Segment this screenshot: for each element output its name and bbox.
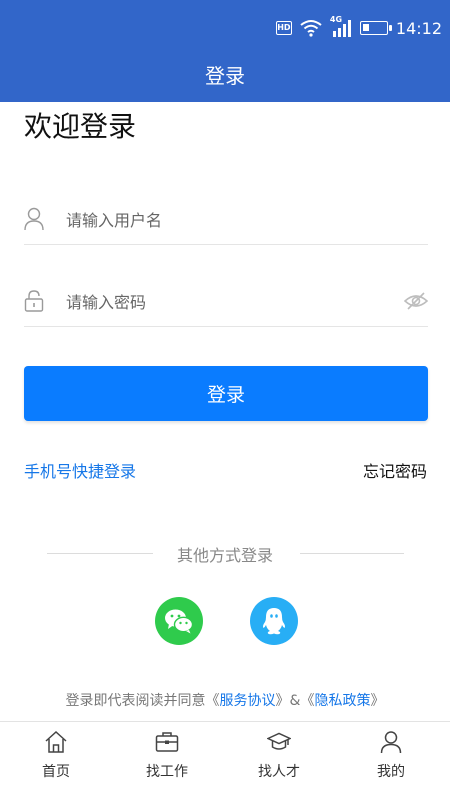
tab-home-label: 首页 [42, 764, 70, 780]
divider-right [300, 553, 404, 554]
tab-mine[interactable]: 我的 [351, 722, 431, 800]
home-icon [45, 730, 67, 753]
password-field[interactable]: 请输入密码 [24, 275, 428, 327]
qq-icon [263, 608, 285, 635]
tab-find-job[interactable]: 找工作 [127, 722, 207, 800]
hd-icon: HD [275, 21, 292, 35]
privacy-policy-link[interactable]: 隐私政策 [314, 693, 370, 709]
wechat-login-button[interactable] [155, 597, 203, 645]
battery-level [362, 24, 369, 31]
signal-indicator: 4G [330, 15, 352, 38]
service-agreement-link[interactable]: 服务协议 [220, 693, 276, 709]
graduation-cap-icon [267, 732, 291, 750]
briefcase-icon [155, 732, 179, 752]
user-icon [24, 207, 44, 231]
eye-slash-icon[interactable] [404, 291, 428, 311]
bottom-tab-bar: 首页 找工作 找人才 我的 [0, 721, 450, 800]
person-icon [380, 731, 402, 754]
wechat-icon [165, 609, 194, 634]
battery-icon [359, 21, 392, 35]
agreement-suffix: 》 [370, 693, 385, 709]
login-button[interactable]: 登录 [24, 366, 428, 421]
other-login-methods-label: 其他方式登录 [176, 546, 273, 565]
phone-quick-login-link[interactable]: 手机号快捷登录 [24, 458, 136, 482]
agreement-text: 登录即代表阅读并同意《服务协议》&《隐私政策》 [0, 690, 450, 710]
lock-icon [24, 289, 44, 313]
welcome-heading: 欢迎登录 [24, 110, 137, 143]
tab-home[interactable]: 首页 [16, 722, 96, 800]
status-icons: HD 4G 14:12 [275, 15, 442, 38]
status-time: 14:12 [395, 18, 442, 38]
agreement-joiner: 》&《 [275, 693, 315, 709]
agreement-prefix: 登录即代表阅读并同意《 [65, 693, 220, 709]
username-input[interactable]: 请输入用户名 [66, 207, 428, 231]
wifi-icon [300, 20, 322, 37]
tab-find-talent-label: 找人才 [258, 764, 300, 780]
tab-find-talent[interactable]: 找人才 [239, 722, 319, 800]
tab-find-job-label: 找工作 [146, 764, 188, 780]
page-title: 登录 [205, 64, 245, 88]
tab-mine-label: 我的 [377, 764, 405, 780]
qq-login-button[interactable] [250, 597, 298, 645]
status-bar: HD 4G 14:12 [0, 14, 450, 46]
app-header: HD 4G 14:12 登录 [0, 0, 450, 102]
password-input[interactable]: 请输入密码 [66, 289, 404, 313]
forgot-password-link[interactable]: 忘记密码 [363, 458, 427, 482]
cell-signal-icon [332, 20, 351, 37]
username-field[interactable]: 请输入用户名 [24, 193, 428, 245]
